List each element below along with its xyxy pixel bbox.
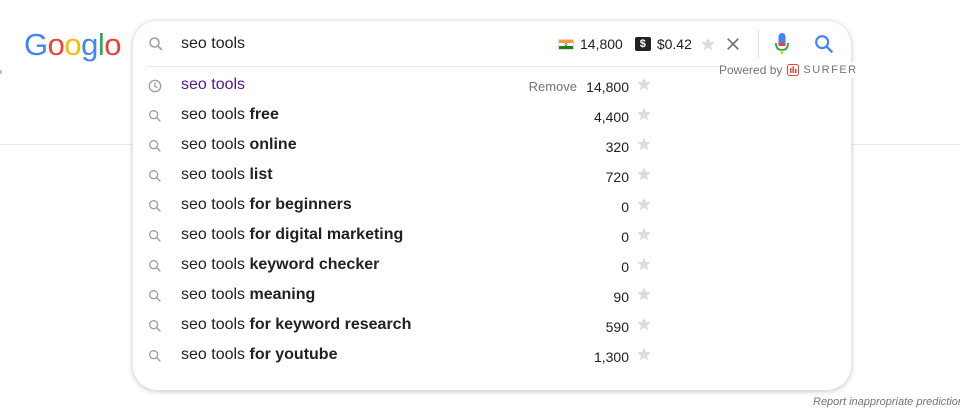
edge-marker	[0, 70, 2, 74]
logo-letter: g	[81, 27, 98, 62]
suggestion-completion: list	[249, 166, 273, 183]
suggestion-text: seo tools online	[181, 135, 297, 155]
suggestion-prefix: seo tools	[181, 346, 250, 363]
suggestion-list: seo tools Remove 14,800 seo tools free 4…	[133, 70, 851, 370]
report-predictions-link[interactable]: Report inappropriate predictions	[813, 395, 960, 409]
suggestion-text: seo tools for digital marketing	[181, 225, 403, 245]
suggestion-item[interactable]: seo tools meaning 90	[133, 280, 851, 310]
suggestion-item[interactable]: seo tools for digital marketing 0	[133, 220, 851, 250]
clear-icon[interactable]	[724, 35, 742, 53]
suggestion-prefix: seo tools	[181, 256, 250, 273]
india-flag-icon	[558, 38, 574, 50]
star-icon[interactable]	[636, 136, 652, 152]
suggestion-volume: 90	[613, 289, 629, 305]
logo-letter: G	[24, 27, 48, 62]
search-bar: seo tools 14,800 $ $0.42	[133, 21, 851, 67]
suggestion-text: seo tools keyword checker	[181, 255, 379, 275]
search-icon	[149, 290, 161, 302]
star-icon[interactable]	[636, 346, 652, 362]
suggestion-prefix: seo tools	[181, 106, 250, 123]
suggestion-item[interactable]: seo tools for youtube 1,300	[133, 340, 851, 370]
suggestion-completion: online	[249, 136, 297, 153]
suggestion-prefix: seo tools	[181, 316, 250, 333]
search-icon	[149, 260, 161, 272]
suggestion-volume: 720	[605, 169, 629, 185]
search-icon	[149, 110, 161, 122]
search-icon	[149, 350, 161, 362]
suggestion-completion: for digital marketing	[249, 226, 404, 243]
suggestion-volume: 1,300	[593, 349, 629, 365]
suggestion-prefix: seo tools	[181, 166, 250, 183]
search-icon	[149, 230, 161, 242]
suggestion-text: seo tools	[181, 75, 245, 95]
search-icon	[149, 320, 161, 332]
star-icon[interactable]	[636, 316, 652, 332]
suggestion-prefix: seo tools	[181, 76, 246, 93]
suggestion-completion: for beginners	[249, 196, 352, 213]
star-icon[interactable]	[636, 226, 652, 242]
suggestion-item[interactable]: seo tools list 720	[133, 160, 851, 190]
suggestion-volume: 0	[621, 259, 629, 275]
toolbar-divider	[758, 30, 759, 58]
suggestion-item[interactable]: seo tools keyword checker 0	[133, 250, 851, 280]
logo-letter: o	[47, 27, 65, 62]
suggestion-text: seo tools for youtube	[181, 345, 337, 365]
suggestion-completion: for keyword research	[249, 316, 412, 333]
suggestion-prefix: seo tools	[181, 226, 250, 243]
suggestion-item[interactable]: seo tools online 320	[133, 130, 851, 160]
suggestion-volume: 14,800	[586, 79, 629, 95]
suggestion-volume: 0	[621, 199, 629, 215]
star-icon[interactable]	[636, 256, 652, 272]
star-icon[interactable]	[636, 76, 652, 92]
logo-letter: o	[64, 27, 82, 62]
search-icon	[149, 140, 161, 152]
star-icon[interactable]	[636, 286, 652, 302]
logo-letter: o	[104, 27, 122, 62]
star-icon[interactable]	[700, 36, 716, 52]
search-icon	[149, 37, 163, 51]
microphone-icon[interactable]	[774, 32, 790, 56]
suggestion-volume: 590	[605, 319, 629, 335]
suggestion-text: seo tools free	[181, 105, 279, 125]
search-submit-icon[interactable]	[813, 33, 835, 55]
remove-history-button[interactable]: Remove	[529, 78, 577, 96]
suggestion-prefix: seo tools	[181, 286, 250, 303]
search-icon	[149, 170, 161, 182]
suggestion-prefix: seo tools	[181, 196, 250, 213]
suggestion-item[interactable]: seo tools for keyword research 590	[133, 310, 851, 340]
suggestion-text: seo tools meaning	[181, 285, 315, 305]
suggestion-completion: meaning	[249, 286, 316, 303]
suggestion-item[interactable]: seo tools for beginners 0	[133, 190, 851, 220]
suggestion-completion: for youtube	[249, 346, 338, 363]
cpc-value: $0.42	[656, 36, 692, 52]
keyword-metrics: 14,800 $ $0.42	[558, 34, 716, 54]
suggestion-volume: 4,400	[593, 109, 629, 125]
suggestion-item[interactable]: seo tools free 4,400	[133, 100, 851, 130]
suggestion-volume: 320	[605, 139, 629, 155]
history-icon	[148, 79, 162, 93]
suggestion-text: seo tools for beginners	[181, 195, 352, 215]
search-volume: 14,800	[580, 36, 623, 52]
google-logo[interactable]: Googlo	[24, 27, 122, 63]
dollar-icon: $	[634, 37, 651, 51]
suggestion-completion: free	[249, 106, 279, 123]
suggestion-text: seo tools for keyword research	[181, 315, 411, 335]
search-input[interactable]: seo tools	[181, 34, 245, 54]
star-icon[interactable]	[636, 166, 652, 182]
suggestion-text: seo tools list	[181, 165, 273, 185]
star-icon[interactable]	[636, 106, 652, 122]
star-icon[interactable]	[636, 196, 652, 212]
suggestion-item[interactable]: seo tools Remove 14,800	[133, 70, 851, 100]
suggestion-volume: 0	[621, 229, 629, 245]
suggestion-completion: keyword checker	[249, 256, 380, 273]
suggestion-prefix: seo tools	[181, 136, 250, 153]
search-icon	[149, 200, 161, 212]
